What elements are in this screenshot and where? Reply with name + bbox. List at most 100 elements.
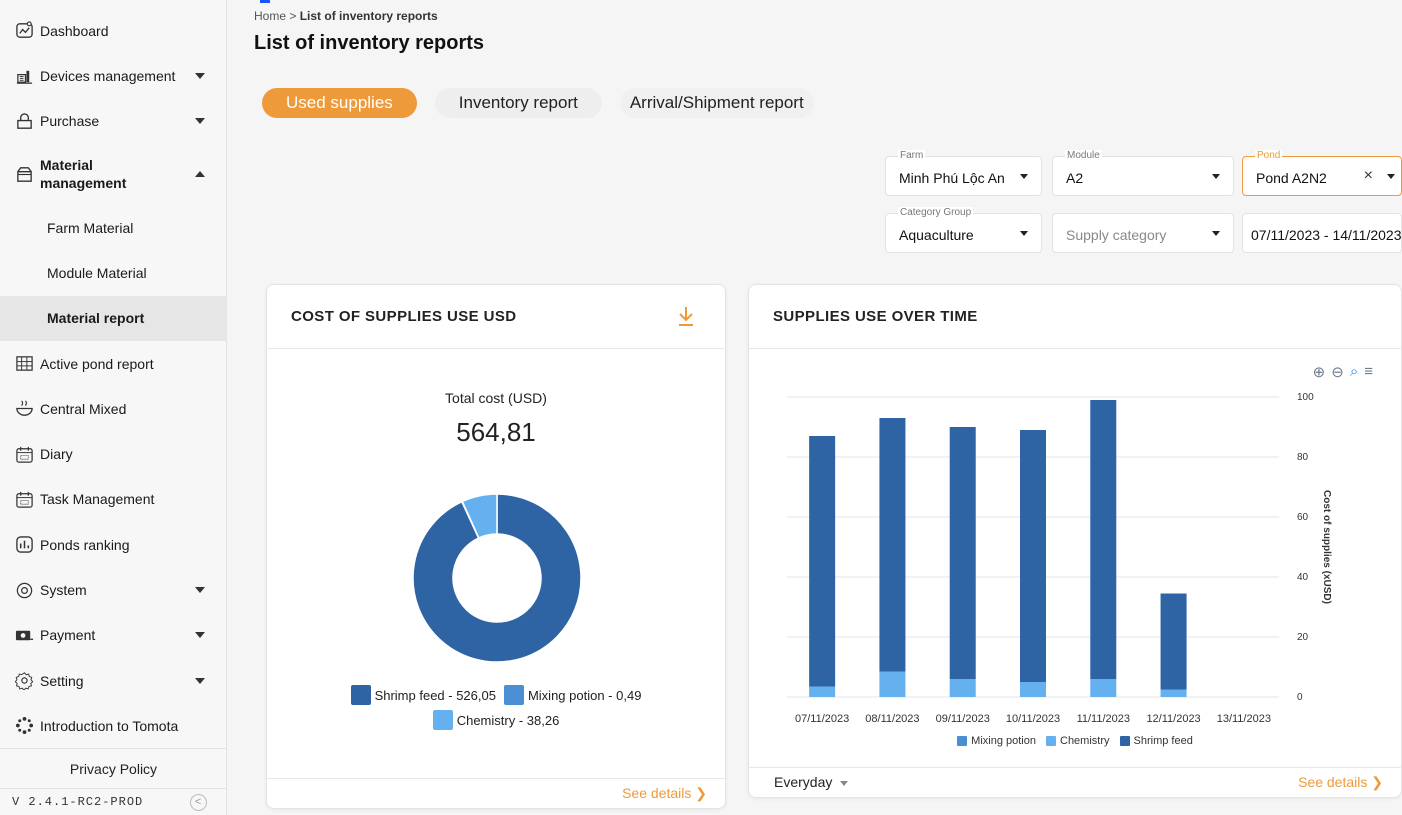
supply-category-select[interactable]: Supply category	[1052, 213, 1234, 253]
period-select[interactable]: Everyday	[774, 774, 849, 790]
privacy-policy-link[interactable]: Privacy Policy	[0, 748, 227, 788]
module-select[interactable]: Module A2	[1052, 150, 1234, 196]
download-icon[interactable]	[677, 305, 695, 327]
sidebar-item-setting[interactable]: Setting	[0, 658, 227, 704]
sidebar-item-purchase[interactable]: Purchase	[0, 99, 227, 145]
sidebar-subitem-module-material[interactable]: Module Material	[0, 250, 227, 296]
bar-segment-chemistry[interactable]	[1160, 689, 1187, 698]
cost-card-header: COST OF SUPPLIES USE USD	[267, 285, 725, 349]
x-tick-label: 07/11/2023	[795, 713, 849, 725]
sidebar-item-central-mixed[interactable]: Central Mixed	[0, 386, 227, 432]
bar-segment-shrimp-feed[interactable]	[1090, 400, 1117, 679]
sidebar-item-system[interactable]: System	[0, 567, 227, 613]
see-details-label: See details	[1298, 774, 1368, 790]
bar-segment-chemistry[interactable]	[1020, 682, 1046, 697]
cost-card-footer: See details ❯	[267, 778, 725, 808]
bar-segment-chemistry[interactable]	[879, 671, 906, 698]
sidebar-subitem-label: Farm Material	[47, 219, 134, 236]
sidebar-item-dashboard[interactable]: Dashboard	[0, 8, 227, 54]
sidebar-item-payment[interactable]: Payment	[0, 613, 227, 659]
chevron-down-icon	[1387, 174, 1395, 179]
sidebar-item-label: Diary	[40, 446, 73, 463]
tab-used-supplies[interactable]: Used supplies	[262, 88, 417, 118]
sidebar-item-label: Setting	[40, 672, 84, 689]
module-select-label: Module	[1065, 150, 1102, 161]
supplies-use-over-time-card: SUPPLIES USE OVER TIME ⊕ ⊖ ⌕ ≡ 0 20 40 60 80…	[748, 284, 1402, 798]
category-group-value: Aquaculture	[899, 227, 974, 243]
see-details-link[interactable]: See details ❯	[622, 785, 707, 802]
farm-select-value: Minh Phú Lộc An	[899, 170, 1005, 186]
y-tick-label: 100	[1297, 392, 1314, 403]
sidebar-subitem-material-report[interactable]: Material report	[0, 295, 227, 341]
breadcrumb-home[interactable]: Home	[254, 9, 286, 23]
sidebar-item-active-pond-report[interactable]: Active pond report	[0, 341, 227, 387]
gear-icon	[14, 671, 34, 691]
version-footer: V 2.4.1-RC2-PROD <	[0, 788, 227, 815]
see-details-link[interactable]: See details ❯	[1298, 774, 1383, 791]
bar-segment-chemistry[interactable]	[949, 679, 976, 697]
legend-item-chemistry[interactable]: Chemistry - 38,26	[432, 710, 559, 730]
sidebar-item-label: Task Management	[40, 491, 155, 508]
x-tick-label: 09/11/2023	[936, 713, 990, 725]
sidebar-item-material-management[interactable]: Material management	[0, 144, 227, 205]
farm-select[interactable]: Farm Minh Phú Lộc An	[885, 150, 1042, 196]
cost-donut-chart	[412, 493, 582, 663]
chevron-down-icon	[195, 632, 205, 639]
bar-segment-shrimp-feed[interactable]	[809, 436, 836, 687]
bar-segment-chemistry[interactable]	[1090, 679, 1117, 697]
y-tick-label: 80	[1297, 452, 1309, 463]
sidebar-item-task-management[interactable]: Task Management	[0, 477, 227, 523]
bar-segment-shrimp-feed[interactable]	[949, 427, 976, 679]
bar-chart-legend: Mixing potion Chemistry Shrimp feed	[749, 735, 1401, 747]
legend-item-shrimp-feed[interactable]: Shrimp feed - 526,05	[350, 685, 496, 705]
y-tick-label: 60	[1297, 512, 1309, 523]
see-details-label: See details	[622, 785, 692, 801]
sidebar-item-label: Purchase	[40, 113, 100, 130]
legend-swatch	[957, 736, 968, 746]
devices-icon	[14, 66, 34, 86]
ranking-icon	[14, 535, 34, 555]
sidebar-item-introduction[interactable]: Introduction to Tomota	[0, 703, 227, 749]
y-tick-label: 20	[1297, 632, 1309, 643]
legend-label: Mixing potion - 0,49	[527, 687, 642, 703]
tab-arrival-shipment-report[interactable]: Arrival/Shipment report	[619, 88, 814, 118]
purchase-icon	[14, 111, 34, 131]
legend-item-shrimp-feed[interactable]: Shrimp feed	[1119, 735, 1193, 747]
date-range-picker[interactable]: 07/11/2023 - 14/11/2023	[1242, 213, 1402, 253]
legend-item-chemistry[interactable]: Chemistry	[1046, 735, 1110, 747]
legend-item-mixing-potion[interactable]: Mixing potion - 0,49	[503, 685, 642, 705]
sidebar-subitem-farm-material[interactable]: Farm Material	[0, 205, 227, 251]
category-group-select[interactable]: Category Group Aquaculture	[885, 207, 1042, 253]
bar-segment-shrimp-feed[interactable]	[1020, 430, 1046, 682]
sidebar-item-label: Central Mixed	[40, 400, 127, 417]
clear-icon[interactable]: ×	[1364, 167, 1373, 185]
chevron-down-icon	[1020, 231, 1028, 236]
legend-label: Shrimp feed	[1133, 735, 1193, 747]
material-icon	[14, 164, 34, 184]
bar-segment-shrimp-feed[interactable]	[1160, 593, 1187, 690]
report-tabs: Used supplies Inventory report Arrival/S…	[262, 88, 814, 118]
grid-icon	[14, 354, 34, 374]
x-tick-label: 13/11/2023	[1217, 713, 1271, 725]
sidebar-item-devices-management[interactable]: Devices management	[0, 53, 227, 99]
legend-label: Chemistry	[1060, 735, 1110, 747]
chevron-down-icon	[1020, 174, 1028, 179]
sidebar-item-label: Dashboard	[40, 22, 109, 39]
pond-select[interactable]: Pond Pond A2N2 ×	[1242, 150, 1402, 196]
focus-indicator	[260, 0, 270, 3]
sidebar-item-label: Ponds ranking	[40, 536, 130, 553]
tab-inventory-report[interactable]: Inventory report	[434, 88, 602, 118]
total-cost-label: Total cost (USD)	[445, 390, 547, 406]
sidebar-item-ponds-ranking[interactable]: Ponds ranking	[0, 522, 227, 568]
dashboard-icon	[14, 21, 34, 41]
legend-item-mixing-potion[interactable]: Mixing potion	[957, 735, 1036, 747]
legend-swatch	[1046, 736, 1056, 746]
sidebar-item-diary[interactable]: Diary	[0, 431, 227, 477]
bar-segment-chemistry[interactable]	[809, 686, 836, 698]
bar-segment-shrimp-feed[interactable]	[879, 418, 906, 672]
chevron-down-icon	[195, 677, 205, 684]
sidebar-item-label: Active pond report	[40, 355, 154, 372]
legend-label: Shrimp feed - 526,05	[374, 687, 496, 703]
collapse-sidebar-button[interactable]: <	[190, 794, 207, 811]
tomota-logo-icon	[14, 716, 34, 736]
